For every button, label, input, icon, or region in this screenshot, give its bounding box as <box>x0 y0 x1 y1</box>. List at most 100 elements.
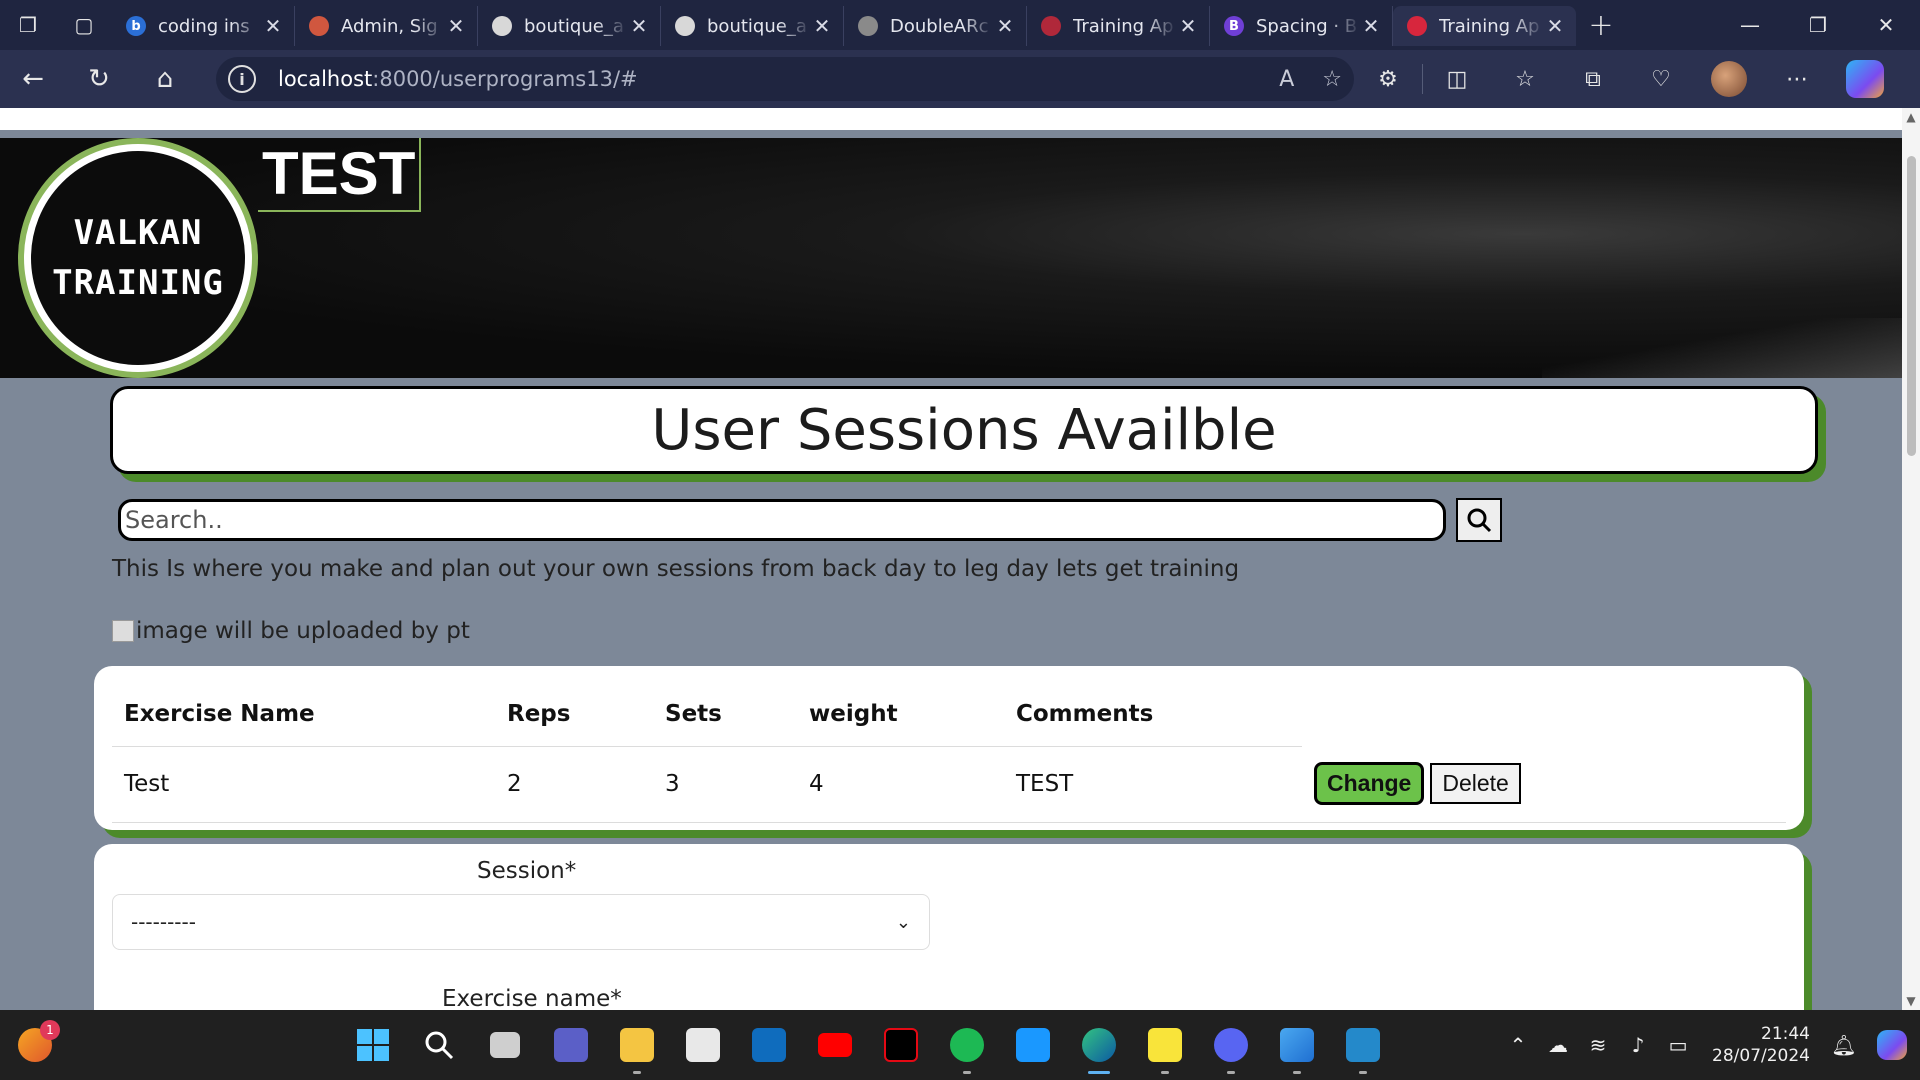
search-input[interactable]: Search.. <box>118 499 1446 541</box>
google-favicon-icon <box>858 16 878 36</box>
logo-line-2: TRAINING <box>52 263 224 303</box>
broken-image-icon <box>112 620 134 642</box>
scroll-down-icon[interactable]: ▼ <box>1902 992 1920 1010</box>
copilot-taskbar-icon[interactable] <box>1864 1030 1920 1060</box>
close-tab-icon[interactable]: ✕ <box>1544 14 1566 38</box>
start-button[interactable] <box>340 1010 406 1080</box>
split-screen-icon[interactable]: ◫ <box>1423 50 1491 108</box>
favorite-star-icon[interactable]: ☆ <box>1322 67 1342 92</box>
minimize-icon[interactable]: — <box>1716 0 1784 50</box>
file-explorer-app[interactable] <box>604 1010 670 1080</box>
sticky-notes-app[interactable] <box>1132 1010 1198 1080</box>
close-tab-icon[interactable]: ✕ <box>1360 14 1382 38</box>
tab-title: Admin, Sig <box>341 15 438 37</box>
vscode-app[interactable] <box>1330 1010 1396 1080</box>
browser-tab[interactable]: b coding ins ✕ <box>112 6 295 46</box>
browser-essentials-icon[interactable]: ♡ <box>1627 50 1695 108</box>
favorites-icon[interactable]: ☆ <box>1491 50 1559 108</box>
cell-comments: TEST <box>1004 746 1302 823</box>
task-view-icon <box>490 1032 520 1058</box>
cell-reps: 2 <box>495 746 653 823</box>
exercise-table: Exercise Name Reps Sets weight Comments … <box>112 682 1786 823</box>
scroll-up-icon[interactable]: ▲ <box>1902 108 1920 126</box>
browser-tab[interactable]: Training Ap ✕ <box>1027 6 1210 46</box>
read-aloud-icon[interactable]: A <box>1279 67 1294 92</box>
extensions-icon[interactable]: ⚙ <box>1354 50 1422 108</box>
photos-app[interactable] <box>1264 1010 1330 1080</box>
clock[interactable]: 21:44 28/07/2024 <box>1712 1023 1810 1067</box>
column-header: weight <box>797 682 1004 747</box>
system-tray: ⌃ ☁ ≋ ♪ ▭ 21:44 28/07/2024 🔔︎ <box>1498 1010 1920 1080</box>
teams-icon <box>554 1028 588 1062</box>
close-tab-icon[interactable]: ✕ <box>262 14 284 38</box>
page-scrollbar[interactable]: ▲ ▼ <box>1902 108 1920 1010</box>
weather-widget[interactable]: 1 <box>0 1010 70 1080</box>
site-favicon-icon <box>1407 16 1427 36</box>
wifi-icon[interactable]: ≋ <box>1578 1033 1618 1057</box>
session-select[interactable]: --------- ⌄ <box>112 894 930 950</box>
search-taskbar-button[interactable] <box>406 1010 472 1080</box>
restore-icon[interactable]: ❐ <box>1784 0 1852 50</box>
close-window-icon[interactable]: ✕ <box>1852 0 1920 50</box>
bing-favicon-icon: b <box>126 16 146 36</box>
delete-button[interactable]: Delete <box>1430 763 1521 805</box>
close-tab-icon[interactable]: ✕ <box>994 14 1016 38</box>
home-icon[interactable]: ⌂ <box>132 50 198 108</box>
logo-line-1: VALKAN <box>73 213 203 253</box>
more-options-icon[interactable]: ⋯ <box>1763 50 1831 108</box>
profile-avatar[interactable] <box>1695 50 1763 108</box>
back-icon[interactable]: ← <box>0 50 66 108</box>
tab-title: coding ins <box>158 15 250 37</box>
search-button[interactable] <box>1456 498 1502 542</box>
hero-title: TEST <box>258 138 422 212</box>
column-header: Exercise Name <box>112 682 495 747</box>
battery-icon[interactable]: ▭ <box>1658 1033 1698 1057</box>
close-tab-icon[interactable]: ✕ <box>628 14 650 38</box>
browser-tab[interactable]: boutique_a ✕ <box>478 6 661 46</box>
netflix-app[interactable] <box>868 1010 934 1080</box>
teams-app[interactable] <box>538 1010 604 1080</box>
site-info-icon[interactable]: i <box>228 65 256 93</box>
discord-app[interactable] <box>1198 1010 1264 1080</box>
address-bar[interactable]: i localhost:8000/userprograms13/# A ☆ <box>216 57 1354 101</box>
new-tab-button[interactable]: + <box>1576 0 1626 50</box>
change-button[interactable]: Change <box>1314 762 1425 806</box>
prime-video-app[interactable] <box>1000 1010 1066 1080</box>
outlook-app[interactable] <box>736 1010 802 1080</box>
collections-icon[interactable]: ⧉ <box>1559 50 1627 108</box>
tab-title: boutique_a <box>707 15 807 37</box>
browser-tab-active[interactable]: Training Ap ✕ <box>1393 6 1576 46</box>
browser-tab-strip: ❐ ▢ b coding ins ✕ Admin, Sig ✕ boutique… <box>0 0 1920 50</box>
edge-app[interactable] <box>1066 1010 1132 1080</box>
task-view-button[interactable] <box>472 1010 538 1080</box>
chevron-up-icon[interactable]: ⌃ <box>1498 1033 1538 1057</box>
spotify-app[interactable] <box>934 1010 1000 1080</box>
close-tab-icon[interactable]: ✕ <box>811 14 833 38</box>
browser-tab[interactable]: Admin, Sig ✕ <box>295 6 478 46</box>
onedrive-icon[interactable]: ☁ <box>1538 1033 1578 1057</box>
browser-tab[interactable]: DoubleARc ✕ <box>844 6 1027 46</box>
store-icon <box>686 1028 720 1062</box>
workspaces-icon[interactable]: ❐ <box>0 0 56 50</box>
tab-actions-icon[interactable]: ▢ <box>56 0 112 50</box>
github-favicon-icon <box>492 16 512 36</box>
refresh-icon[interactable]: ↻ <box>66 50 132 108</box>
browser-tab[interactable]: B Spacing · B ✕ <box>1210 6 1393 46</box>
volume-icon[interactable]: ♪ <box>1618 1033 1658 1057</box>
taskbar-apps <box>340 1010 1396 1080</box>
store-app[interactable] <box>670 1010 736 1080</box>
copilot-icon[interactable] <box>1831 50 1899 108</box>
close-tab-icon[interactable]: ✕ <box>445 14 467 38</box>
table-header-row: Exercise Name Reps Sets weight Comments <box>112 682 1786 747</box>
notification-bell-icon[interactable]: 🔔︎ <box>1824 1033 1864 1057</box>
clock-time: 21:44 <box>1761 1024 1810 1044</box>
exercise-name-label: Exercise name* <box>442 986 622 1010</box>
close-tab-icon[interactable]: ✕ <box>1177 14 1199 38</box>
cell-exercise-name: Test <box>112 746 495 823</box>
browser-tab[interactable]: boutique_a ✕ <box>661 6 844 46</box>
window-controls: — ❐ ✕ <box>1716 0 1920 50</box>
scrollbar-thumb[interactable] <box>1907 156 1916 456</box>
youtube-app[interactable] <box>802 1010 868 1080</box>
column-header: Sets <box>653 682 797 747</box>
vscode-icon <box>1346 1028 1380 1062</box>
